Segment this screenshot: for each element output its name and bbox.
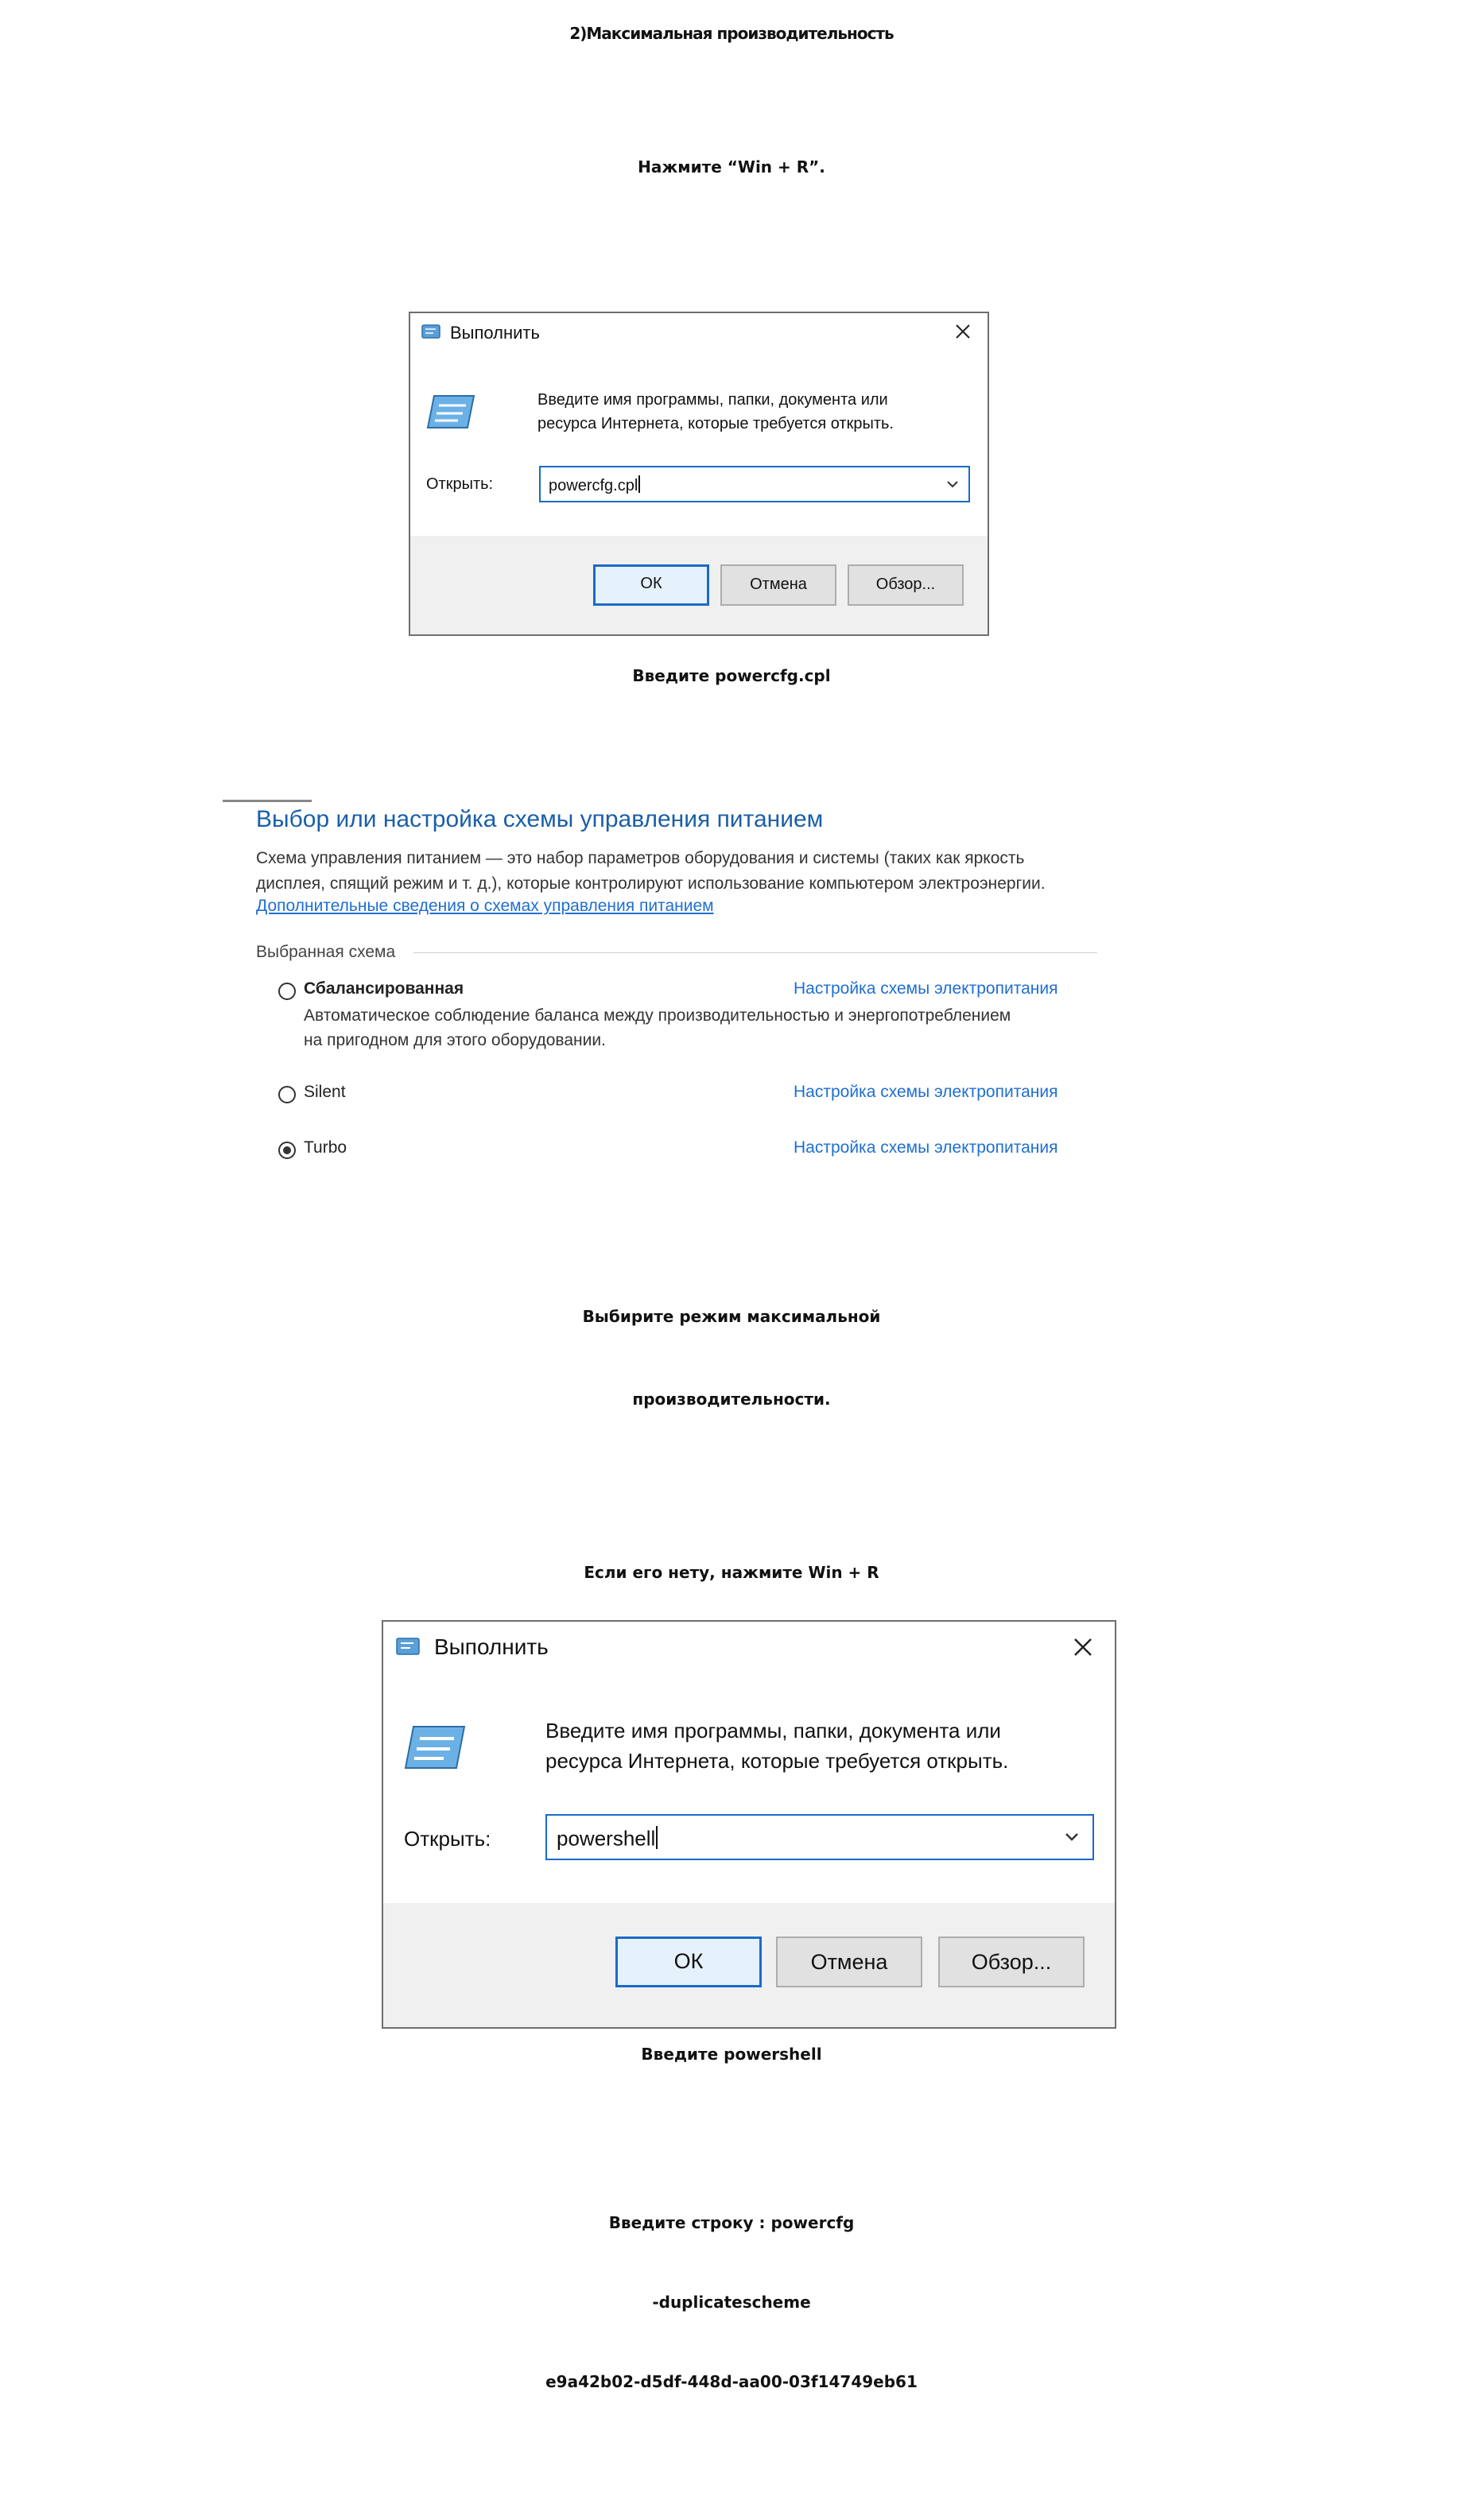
dialog-titlebar: Выполнить bbox=[383, 1622, 1115, 1669]
description-line: Введите имя программы, папки, документа … bbox=[545, 1719, 1001, 1743]
run-dialog-powershell: Выполнить Введите имя программы, папки, … bbox=[382, 1620, 1116, 2029]
heading-line: производительности. bbox=[632, 1390, 831, 1409]
section-label: Выбранная схема bbox=[256, 943, 396, 961]
command-guid: e9a42b02-d5df-448d-aa00-03f14749eb61 bbox=[545, 2372, 918, 2391]
browse-button[interactable]: Обзор... bbox=[938, 1937, 1085, 1987]
ok-button-label: ОК bbox=[640, 575, 662, 592]
description-line: ресурса Интернета, которые требуется отк… bbox=[537, 415, 894, 432]
open-input[interactable]: powercfg.cpl bbox=[539, 466, 970, 502]
dialog-description: Введите имя программы, папки, документа … bbox=[537, 388, 894, 436]
divider bbox=[223, 800, 312, 802]
ok-button[interactable]: ОК bbox=[593, 564, 709, 606]
description-line: дисплея, спящий режим и т. д.), которые … bbox=[256, 874, 1046, 893]
radio-icon[interactable] bbox=[278, 983, 296, 1000]
step-enter-command: Введите строку : powercfg -duplicatesche… bbox=[0, 2183, 1463, 2421]
radio-icon[interactable] bbox=[278, 1142, 296, 1159]
description-line: Введите имя программы, папки, документа … bbox=[537, 391, 888, 409]
page-title: 2)Максимальная производительность bbox=[569, 24, 894, 43]
plan-name: Сбалансированная bbox=[304, 979, 464, 998]
step-press-win-r: Нажмите “Win + R”. bbox=[638, 157, 825, 176]
step-if-missing: Если его нету, нажмите Win + R bbox=[584, 1563, 879, 1582]
panel-title: Выбор или настройка схемы управления пит… bbox=[256, 806, 824, 832]
dialog-footer: ОК Отмена Обзор... bbox=[383, 1903, 1115, 2027]
plan-description-line: на пригодном для этого оборудовании. bbox=[304, 1031, 606, 1049]
text-caret bbox=[638, 475, 641, 493]
browse-button-label: Обзор... bbox=[971, 1950, 1052, 1974]
open-input-value: powershell bbox=[557, 1826, 658, 1851]
run-dialog-powercfg: Выполнить Введите имя программы, папки, … bbox=[409, 312, 989, 636]
description-line: Схема управления питанием — это набор па… bbox=[256, 849, 1025, 867]
step-enter-powershell: Введите powershell bbox=[641, 2045, 822, 2064]
chevron-down-icon[interactable] bbox=[946, 479, 959, 490]
heading-line: Выбирите режим максимальной bbox=[582, 1307, 881, 1326]
step-enter-powercfg: Введите powercfg.cpl bbox=[632, 666, 831, 685]
run-app-icon bbox=[421, 324, 440, 339]
close-icon[interactable] bbox=[1072, 1636, 1094, 1658]
plan-description-line: Автоматическое соблюдение баланса между … bbox=[304, 1006, 1011, 1025]
heading-line: Введите строку : powercfg bbox=[608, 2213, 855, 2232]
step-select-mode: Выбирите режим максимальной производител… bbox=[0, 1275, 1463, 1440]
cancel-button-label: Отмена bbox=[810, 1950, 888, 1974]
radio-icon[interactable] bbox=[278, 1086, 296, 1103]
plan-settings-link[interactable]: Настройка схемы электропитания bbox=[794, 1083, 1057, 1102]
plan-name: Silent bbox=[304, 1083, 346, 1101]
dialog-title: Выполнить bbox=[434, 1634, 549, 1659]
browse-button[interactable]: Обзор... bbox=[848, 564, 964, 606]
run-program-icon bbox=[404, 1726, 466, 1769]
heading-line: -duplicatescheme bbox=[652, 2293, 811, 2312]
run-program-icon bbox=[426, 395, 475, 428]
dialog-title: Выполнить bbox=[450, 323, 540, 343]
panel-description: Схема управления питанием — это набор па… bbox=[256, 846, 1046, 897]
open-input-value: powercfg.cpl bbox=[549, 475, 641, 495]
description-line: ресурса Интернета, которые требуется отк… bbox=[545, 1749, 1009, 1773]
dialog-footer: ОК Отмена Обзор... bbox=[410, 536, 988, 634]
dialog-description: Введите имя программы, папки, документа … bbox=[545, 1716, 1008, 1776]
plan-settings-link[interactable]: Настройка схемы электропитания bbox=[794, 979, 1057, 998]
plan-settings-link[interactable]: Настройка схемы электропитания bbox=[794, 1138, 1057, 1157]
text-caret bbox=[656, 1826, 658, 1849]
open-label: Открыть: bbox=[426, 475, 494, 493]
plan-name: Turbo bbox=[304, 1138, 347, 1157]
power-options-panel: Выбор или настройка схемы управления пит… bbox=[223, 795, 1105, 1192]
cancel-button[interactable]: Отмена bbox=[776, 1937, 922, 1987]
dialog-titlebar: Выполнить bbox=[410, 313, 988, 350]
browse-button-label: Обзор... bbox=[875, 576, 936, 593]
cancel-button-label: Отмена bbox=[750, 576, 807, 593]
close-icon[interactable] bbox=[954, 323, 972, 340]
cancel-button[interactable]: Отмена bbox=[720, 564, 836, 606]
ok-button-label: ОК bbox=[673, 1949, 704, 1973]
open-label: Открыть: bbox=[404, 1827, 491, 1851]
section-rule bbox=[413, 952, 1097, 953]
chevron-down-icon[interactable] bbox=[1064, 1830, 1080, 1844]
open-input[interactable]: powershell bbox=[545, 1814, 1094, 1860]
ok-button[interactable]: ОК bbox=[615, 1937, 762, 1987]
plan-description: Автоматическое соблюдение баланса между … bbox=[304, 1003, 1011, 1053]
more-info-link[interactable]: Дополнительные сведения о схемах управле… bbox=[256, 897, 714, 916]
run-app-icon bbox=[396, 1638, 420, 1655]
